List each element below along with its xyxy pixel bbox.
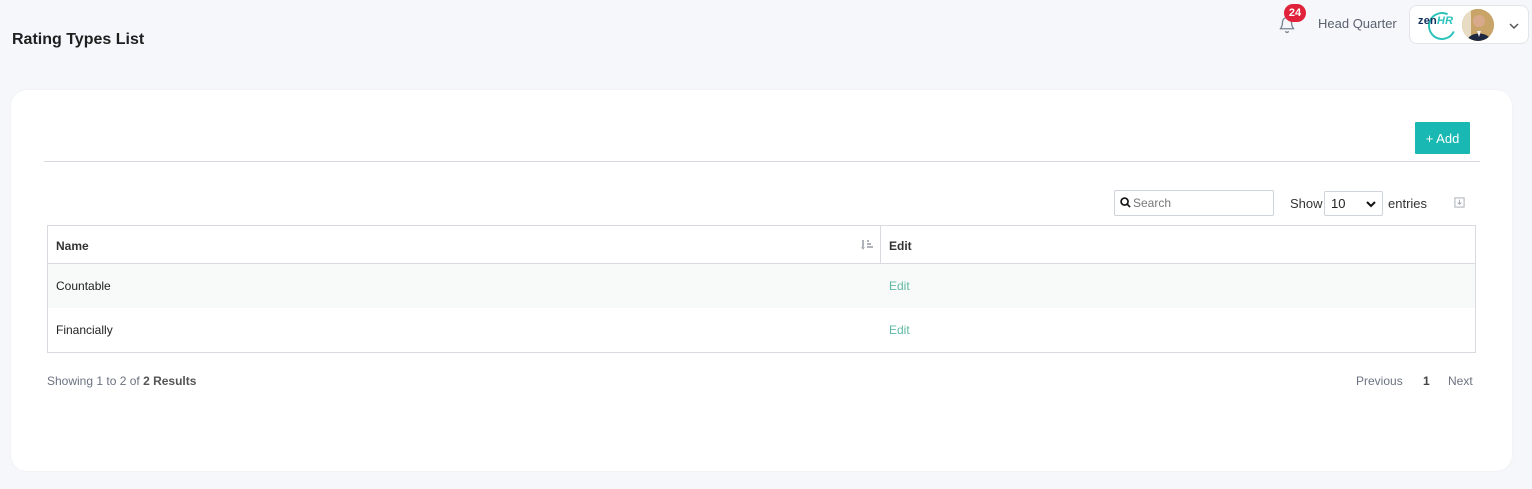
entries-label: entries [1388, 196, 1428, 211]
page-size-select[interactable]: 10 [1324, 191, 1383, 216]
results-summary: Showing 1 to 2 of 2 Results [47, 374, 197, 388]
table-row: Countable Edit [48, 264, 1475, 308]
rating-types-table: Name Edit Countable Edit Financially Edi… [47, 225, 1476, 353]
search-box [1114, 190, 1274, 216]
edit-link[interactable]: Edit [889, 279, 910, 293]
column-header-edit: Edit [889, 239, 912, 253]
search-input[interactable] [1133, 194, 1269, 212]
rating-type-name: Countable [56, 279, 111, 293]
notifications-button[interactable]: 24 [1276, 4, 1306, 36]
table-header: Name Edit [48, 226, 1475, 264]
edit-link[interactable]: Edit [889, 323, 910, 337]
table-row: Financially Edit [48, 308, 1475, 352]
sort-icon[interactable] [861, 239, 874, 251]
page-size-value: 10 [1331, 196, 1346, 211]
column-header-name[interactable]: Name [56, 239, 89, 253]
column-separator [880, 226, 881, 264]
zenhr-logo: zenHR [1418, 15, 1454, 27]
chevron-down-icon[interactable] [1508, 20, 1520, 32]
divider [44, 161, 1480, 162]
search-icon [1120, 197, 1131, 208]
account-menu[interactable]: zenHR [1409, 5, 1529, 44]
pagination-next[interactable]: Next [1448, 374, 1473, 388]
chevron-down-icon [1366, 201, 1376, 208]
content-card: + Add Show 10 entries Name Edit Countabl… [11, 90, 1512, 471]
pagination-page-1[interactable]: 1 [1423, 374, 1430, 388]
rating-type-name: Financially [56, 323, 113, 337]
add-button[interactable]: + Add [1415, 122, 1470, 154]
page-title: Rating Types List [12, 31, 145, 48]
pagination-previous[interactable]: Previous [1356, 374, 1403, 388]
org-name[interactable]: Head Quarter [1318, 16, 1397, 31]
avatar[interactable] [1462, 9, 1494, 41]
export-icon[interactable] [1454, 197, 1465, 208]
notification-badge: 24 [1284, 4, 1306, 22]
show-label: Show [1290, 196, 1323, 211]
